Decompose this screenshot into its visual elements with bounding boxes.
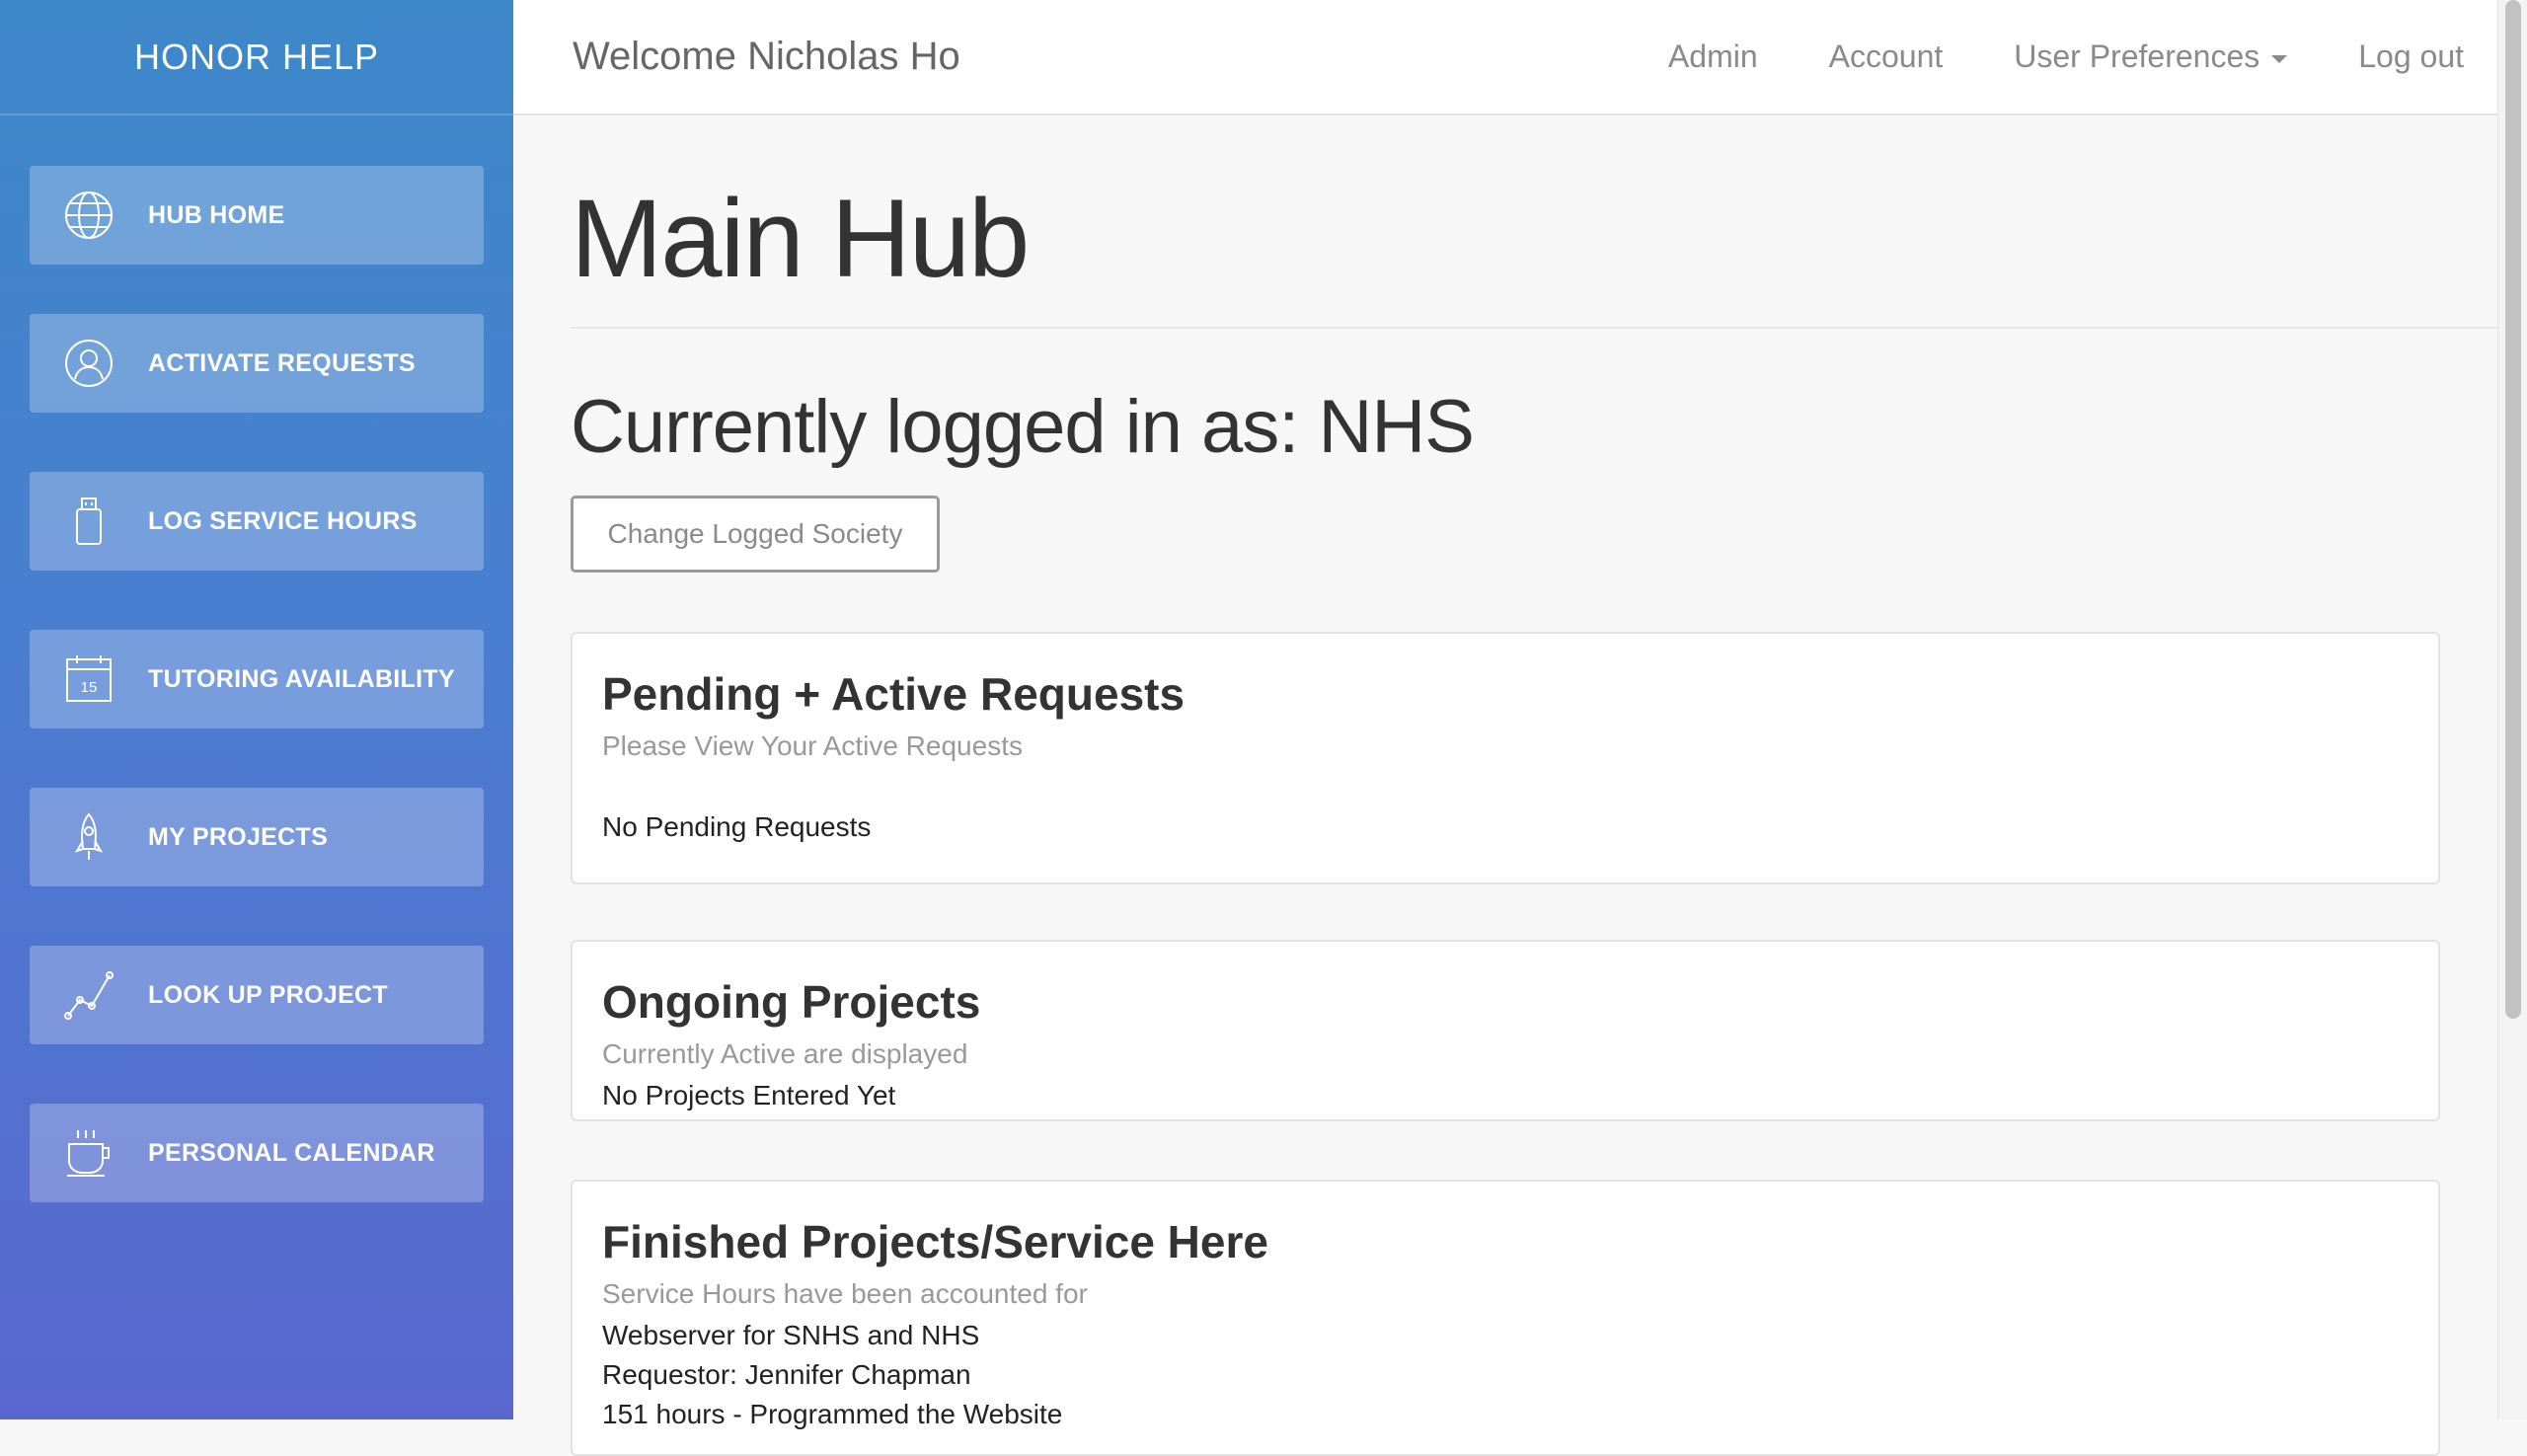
card-title: Pending + Active Requests	[602, 668, 1186, 720]
sidebar-item-tutoring-availability[interactable]: 15 TUTORING AVAILABILITY	[30, 630, 484, 728]
nav-user-preferences-label: User Preferences	[2014, 38, 2260, 74]
globe-icon	[30, 166, 148, 265]
change-logged-society-button[interactable]: Change Logged Society	[571, 496, 940, 573]
top-navbar: Welcome Nicholas Ho Admin Account User P…	[513, 0, 2497, 115]
usb-drive-icon	[30, 472, 148, 571]
scrollbar-thumb[interactable]	[2505, 0, 2521, 1019]
main-content: Main Hub Currently logged in as: NHS Cha…	[513, 115, 2497, 1456]
sidebar-item-label: MY PROJECTS	[148, 822, 329, 851]
ongoing-projects-card: Ongoing Projects Currently Active are di…	[571, 940, 2440, 1121]
top-nav-links: Admin Account User Preferences Log out	[1668, 0, 2497, 114]
calendar-icon: 15	[30, 630, 148, 728]
nav-account-link[interactable]: Account	[1829, 38, 1944, 75]
sidebar-item-label: ACTIVATE REQUESTS	[148, 348, 416, 377]
line-chart-icon	[30, 946, 148, 1044]
user-icon	[30, 314, 148, 413]
sidebar-item-my-projects[interactable]: MY PROJECTS	[30, 788, 484, 886]
card-title: Ongoing Projects	[602, 976, 981, 1028]
project-hours: 151 hours - Programmed the Website	[602, 1399, 1063, 1429]
sidebar-item-label: PERSONAL CALENDAR	[148, 1138, 435, 1167]
finished-projects-card: Finished Projects/Service Here Service H…	[571, 1180, 2440, 1456]
logged-in-heading: Currently logged in as: NHS	[571, 384, 1475, 470]
project-requestor: Requestor: Jennifer Chapman	[602, 1359, 971, 1390]
card-body-text: No Pending Requests	[602, 811, 872, 842]
sidebar-item-label: TUTORING AVAILABILITY	[148, 664, 455, 693]
rocket-icon	[30, 788, 148, 886]
sidebar-item-personal-calendar[interactable]: PERSONAL CALENDAR	[30, 1104, 484, 1202]
sidebar-item-label: LOG SERVICE HOURS	[148, 506, 418, 535]
sidebar-item-log-service-hours[interactable]: LOG SERVICE HOURS	[30, 472, 484, 571]
logged-in-label: Currently logged in as:	[571, 385, 1319, 469]
sidebar: HONOR HELP HUB HOME ACTIVATE REQUESTS LO…	[0, 0, 513, 1419]
nav-admin-link[interactable]: Admin	[1668, 38, 1758, 75]
brand-logo[interactable]: HONOR HELP	[0, 0, 513, 115]
pending-requests-card: Pending + Active Requests Please View Yo…	[571, 632, 2440, 884]
card-body-text: No Projects Entered Yet	[602, 1080, 896, 1111]
welcome-text: Welcome Nicholas Ho	[573, 35, 960, 78]
page-scrollbar[interactable]	[2497, 0, 2527, 1419]
sidebar-item-hub-home[interactable]: HUB HOME	[30, 166, 484, 265]
title-divider	[571, 327, 2497, 329]
sidebar-item-look-up-project[interactable]: LOOK UP PROJECT	[30, 946, 484, 1044]
nav-user-preferences-dropdown[interactable]: User Preferences	[2014, 38, 2288, 75]
card-subtitle: Currently Active are displayed	[602, 1038, 968, 1069]
logged-in-society: NHS	[1318, 385, 1475, 469]
nav-logout-link[interactable]: Log out	[2358, 38, 2464, 75]
card-subtitle: Service Hours have been accounted for	[602, 1278, 1088, 1309]
card-title: Finished Projects/Service Here	[602, 1216, 1268, 1267]
card-subtitle: Please View Your Active Requests	[602, 730, 1023, 761]
calendar-icon-day: 15	[81, 679, 98, 696]
sidebar-item-label: LOOK UP PROJECT	[148, 980, 388, 1009]
project-name: Webserver for SNHS and NHS	[602, 1320, 980, 1350]
sidebar-item-activate-requests[interactable]: ACTIVATE REQUESTS	[30, 314, 484, 413]
coffee-cup-icon	[30, 1104, 148, 1202]
sidebar-item-label: HUB HOME	[148, 200, 285, 229]
caret-down-icon	[2271, 54, 2288, 63]
page-title: Main Hub	[571, 177, 1030, 300]
